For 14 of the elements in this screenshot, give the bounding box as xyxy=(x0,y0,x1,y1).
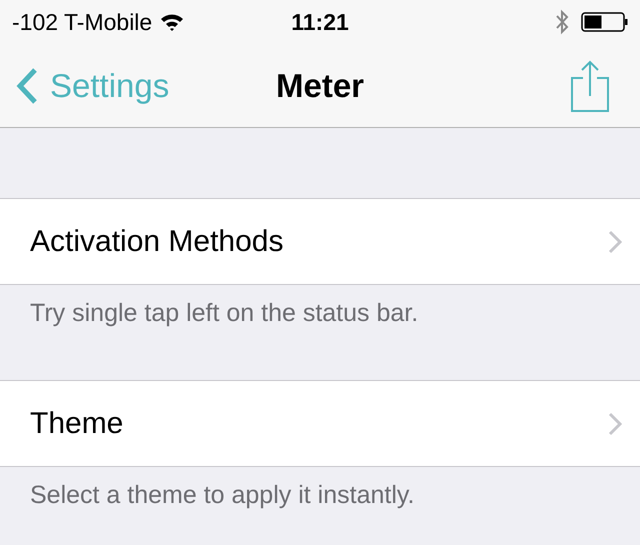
battery-icon xyxy=(581,12,628,32)
footer-note: Try single tap left on the status bar. xyxy=(30,299,418,328)
share-icon[interactable] xyxy=(570,60,610,112)
list-row[interactable]: Theme xyxy=(0,380,640,467)
chevron-icon xyxy=(608,412,622,436)
carrier-name: -102 T-Mobile xyxy=(12,8,152,36)
nav-title: Meter xyxy=(276,66,364,104)
clock-time: 11:21 xyxy=(291,8,349,34)
footer-note: Select a theme to apply it instantly. xyxy=(30,481,414,510)
bluetooth-icon xyxy=(555,9,569,35)
back-chevron-icon xyxy=(16,66,38,104)
wifi-icon xyxy=(160,13,184,31)
chevron-icon xyxy=(608,230,622,254)
list-row[interactable]: Activation Methods xyxy=(0,198,640,285)
